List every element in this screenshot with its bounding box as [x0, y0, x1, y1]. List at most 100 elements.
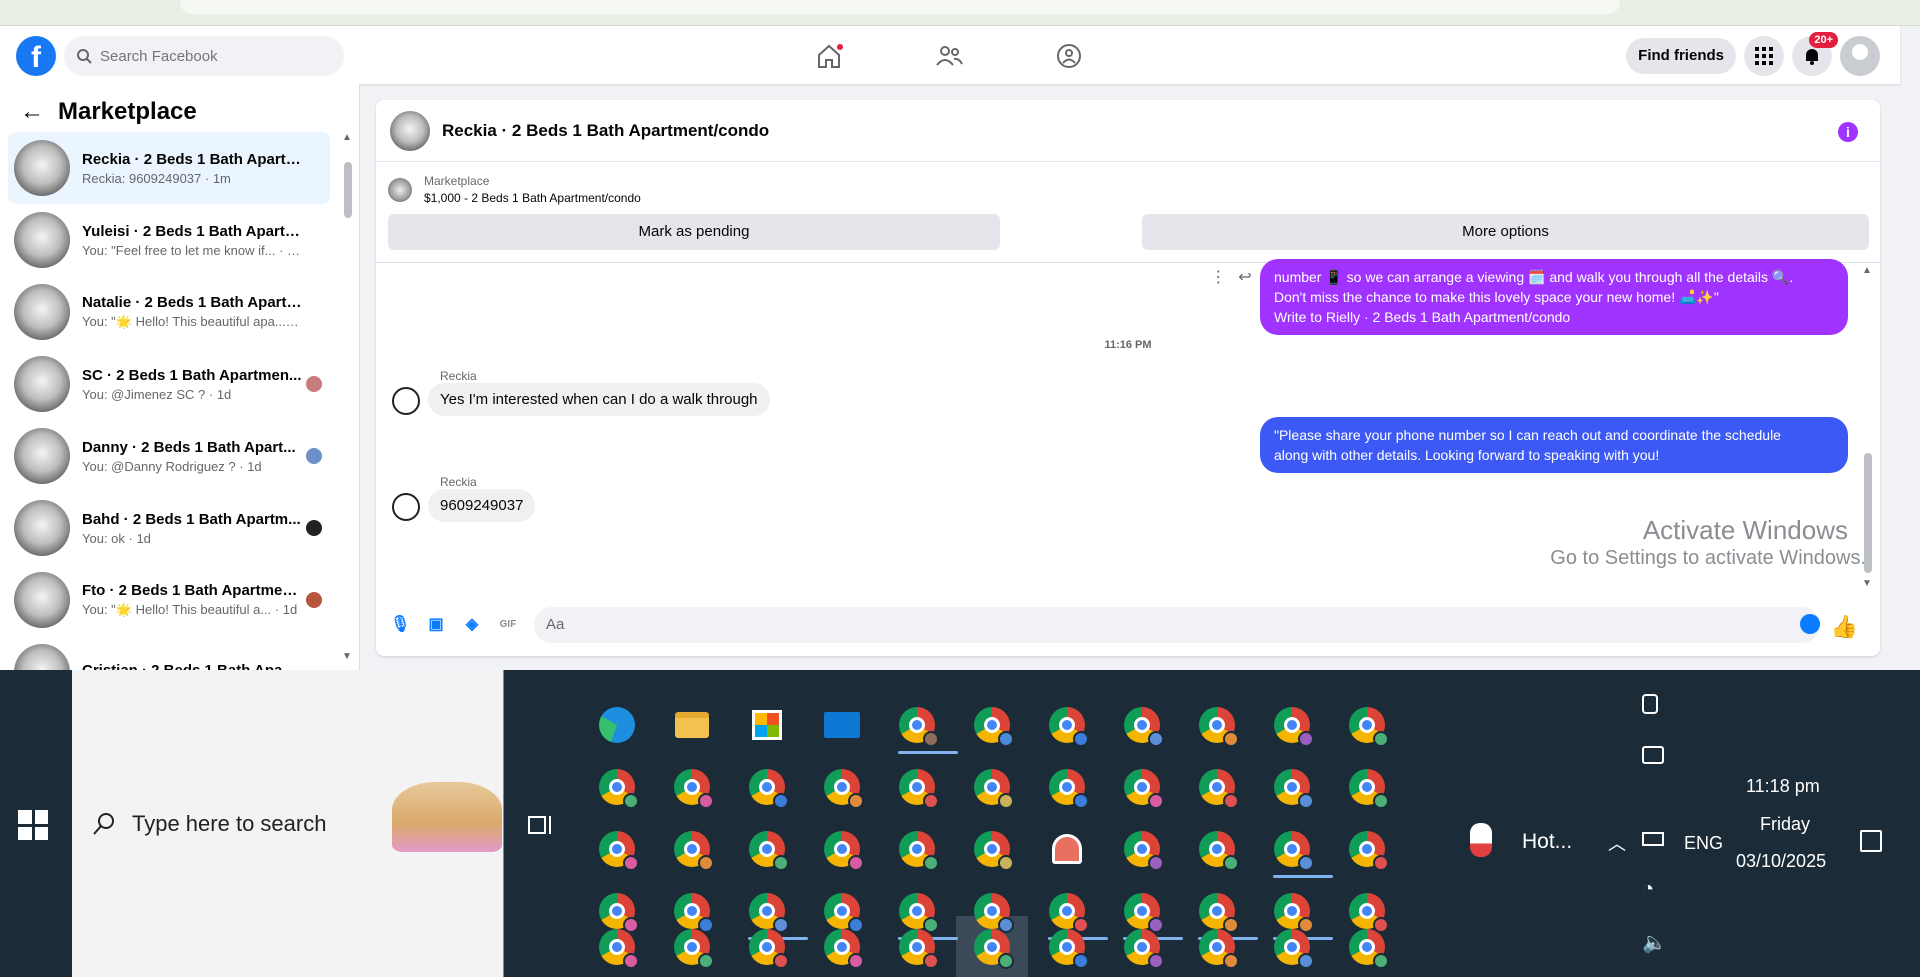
more-vertical-icon[interactable]: ⋮	[1210, 267, 1226, 287]
more-options-button[interactable]: More options	[1142, 214, 1869, 250]
scroll-down-arrow-icon[interactable]: ▼	[342, 651, 352, 662]
weather-thermometer-icon[interactable]	[1470, 823, 1492, 857]
clock-day[interactable]: Friday	[1760, 814, 1810, 835]
battery-icon[interactable]	[1642, 832, 1664, 846]
thumbs-up-icon[interactable]: 👍	[1831, 614, 1858, 640]
outgoing-message[interactable]: "Please share your phone number so I can…	[1260, 417, 1848, 473]
snipping-tool-icon[interactable]	[1042, 824, 1092, 874]
facebook-logo-icon[interactable]: f	[16, 36, 56, 76]
chrome-profile-icon[interactable]	[1117, 762, 1167, 812]
sender-avatar[interactable]	[392, 493, 420, 521]
task-view-icon[interactable]	[526, 810, 556, 840]
language-indicator[interactable]: ENG	[1684, 833, 1723, 854]
chrome-profile-icon[interactable]	[1267, 700, 1317, 750]
conversation-item[interactable]: SC · 2 Beds 1 Bath Apartmen... You: @Jime…	[8, 348, 330, 420]
listing-thumbnail	[14, 500, 70, 556]
mail-icon[interactable]	[817, 700, 867, 750]
chrome-profile-icon[interactable]	[1342, 700, 1392, 750]
chrome-profile-icon[interactable]	[592, 824, 642, 874]
chrome-profile-icon[interactable]	[892, 762, 942, 812]
chrome-profile-icon[interactable]	[742, 824, 792, 874]
sticker-icon[interactable]: ◈	[462, 615, 482, 635]
marketplace-listing-banner[interactable]: Marketplace $1,000 - 2 Beds 1 Bath Apart…	[388, 174, 641, 205]
chevron-up-icon[interactable]: ︿	[1608, 830, 1626, 856]
gif-icon[interactable]: GIF	[498, 615, 518, 635]
chrome-profile-icon[interactable]	[1042, 762, 1092, 812]
clock-date[interactable]: 03/10/2025	[1736, 851, 1826, 872]
chrome-profile-icon[interactable]	[817, 762, 867, 812]
message-input[interactable]: Aa	[534, 607, 1820, 643]
incoming-message[interactable]: 9609249037	[428, 489, 536, 522]
info-icon[interactable]: i	[1838, 122, 1858, 142]
taskbar-search-box[interactable]: Type here to search	[72, 670, 504, 977]
conversation-item[interactable]: Fto · 2 Beds 1 Bath Apartmen... You: "🌟 H…	[8, 564, 330, 636]
conversation-item[interactable]: Cristian · 2 Beds 1 Bath Apart...	[8, 636, 330, 670]
edge-icon[interactable]	[592, 700, 642, 750]
scroll-down-arrow-icon[interactable]: ▼	[1862, 578, 1872, 589]
photo-icon[interactable]: ▣	[426, 615, 446, 635]
home-icon[interactable]	[814, 41, 844, 71]
chrome-profile-icon[interactable]	[892, 700, 958, 754]
groups-icon[interactable]	[1054, 41, 1084, 71]
wifi-icon[interactable]: ◔	[1642, 878, 1654, 901]
scrollbar-thumb[interactable]	[1864, 453, 1872, 573]
mark-as-pending-button[interactable]: Mark as pending	[388, 214, 1000, 250]
emoji-icon[interactable]	[1800, 614, 1820, 634]
chrome-profile-icon[interactable]	[742, 762, 792, 812]
chrome-profile-icon[interactable]	[1342, 824, 1392, 874]
chrome-profile-icon[interactable]	[1192, 824, 1242, 874]
conversation-item[interactable]: Yuleisi · 2 Beds 1 Bath Apartme... You: "…	[8, 204, 330, 276]
chrome-profile-icon[interactable]	[967, 824, 1017, 874]
microsoft-store-icon[interactable]	[742, 700, 792, 750]
chrome-profile-icon[interactable]	[967, 762, 1017, 812]
file-explorer-icon[interactable]	[667, 700, 717, 750]
scroll-up-arrow-icon[interactable]: ▲	[1862, 265, 1872, 276]
facebook-search-input[interactable]	[100, 47, 300, 65]
volume-icon[interactable]: 🔈	[1642, 930, 1667, 955]
microphone-icon[interactable]: 🎙	[390, 615, 410, 635]
chrome-profile-icon[interactable]	[667, 824, 717, 874]
friends-icon[interactable]	[934, 41, 964, 71]
chrome-profile-icon[interactable]	[817, 824, 867, 874]
chrome-profile-icon[interactable]	[967, 700, 1017, 750]
chat-scrollbar[interactable]: ▲ ▼	[1862, 263, 1874, 593]
menu-grid-icon[interactable]	[1744, 36, 1784, 76]
outgoing-message[interactable]: number 📱 so we can arrange a viewing 🗓️ …	[1260, 259, 1848, 335]
chrome-profile-icon[interactable]	[1267, 824, 1333, 878]
sidebar-scrollbar[interactable]: ▲ ▼	[340, 132, 354, 662]
conversation-preview: Reckia: 9609249037 · 1m	[82, 170, 231, 186]
chat-listing-thumbnail[interactable]	[390, 110, 430, 151]
chrome-profile-icon[interactable]	[1267, 762, 1317, 812]
windows-start-icon[interactable]	[18, 810, 48, 840]
reply-icon[interactable]: ↩	[1238, 267, 1251, 287]
conversation-item[interactable]: Reckia · 2 Beds 1 Bath Apartme... Reckia:…	[8, 132, 330, 204]
phone-link-icon[interactable]	[1642, 694, 1658, 714]
clock-time[interactable]: 11:18 pm	[1746, 776, 1820, 797]
account-avatar[interactable]	[1840, 36, 1880, 76]
sender-avatar[interactable]	[392, 387, 420, 415]
notifications-bell-icon[interactable]: 20+	[1792, 32, 1838, 76]
chrome-profile-icon[interactable]	[592, 762, 642, 812]
chrome-profile-icon[interactable]	[667, 762, 717, 812]
address-bar[interactable]	[180, 0, 1620, 14]
find-friends-button[interactable]: Find friends	[1626, 38, 1736, 74]
chrome-profile-icon[interactable]	[892, 824, 942, 874]
conversation-item[interactable]: Natalie · 2 Beds 1 Bath Apartm... You: "🌟…	[8, 276, 330, 348]
notification-center-icon[interactable]	[1860, 830, 1882, 852]
chrome-profile-icon[interactable]	[1192, 700, 1242, 750]
conversation-item[interactable]: Bahd · 2 Beds 1 Bath Apartm... You: ok · …	[8, 492, 330, 564]
chat-title[interactable]: Reckia · 2 Beds 1 Bath Apartment/condo	[442, 121, 769, 141]
chrome-profile-icon[interactable]	[1042, 700, 1092, 750]
scroll-up-arrow-icon[interactable]: ▲	[342, 132, 352, 143]
incoming-message[interactable]: Yes I'm interested when can I do a walk …	[428, 383, 770, 416]
conversation-item[interactable]: Danny · 2 Beds 1 Bath Apart... You: @Dann…	[8, 420, 330, 492]
chrome-profile-icon[interactable]	[1117, 700, 1167, 750]
back-arrow-icon[interactable]: ←	[20, 98, 44, 126]
weather-text[interactable]: Hot...	[1522, 830, 1572, 854]
meet-now-icon[interactable]	[1642, 746, 1664, 764]
chrome-profile-icon[interactable]	[1342, 762, 1392, 812]
chrome-profile-icon[interactable]	[1192, 762, 1242, 812]
scrollbar-thumb[interactable]	[344, 162, 352, 218]
facebook-search[interactable]	[64, 36, 344, 76]
chrome-profile-icon[interactable]	[1117, 824, 1167, 874]
